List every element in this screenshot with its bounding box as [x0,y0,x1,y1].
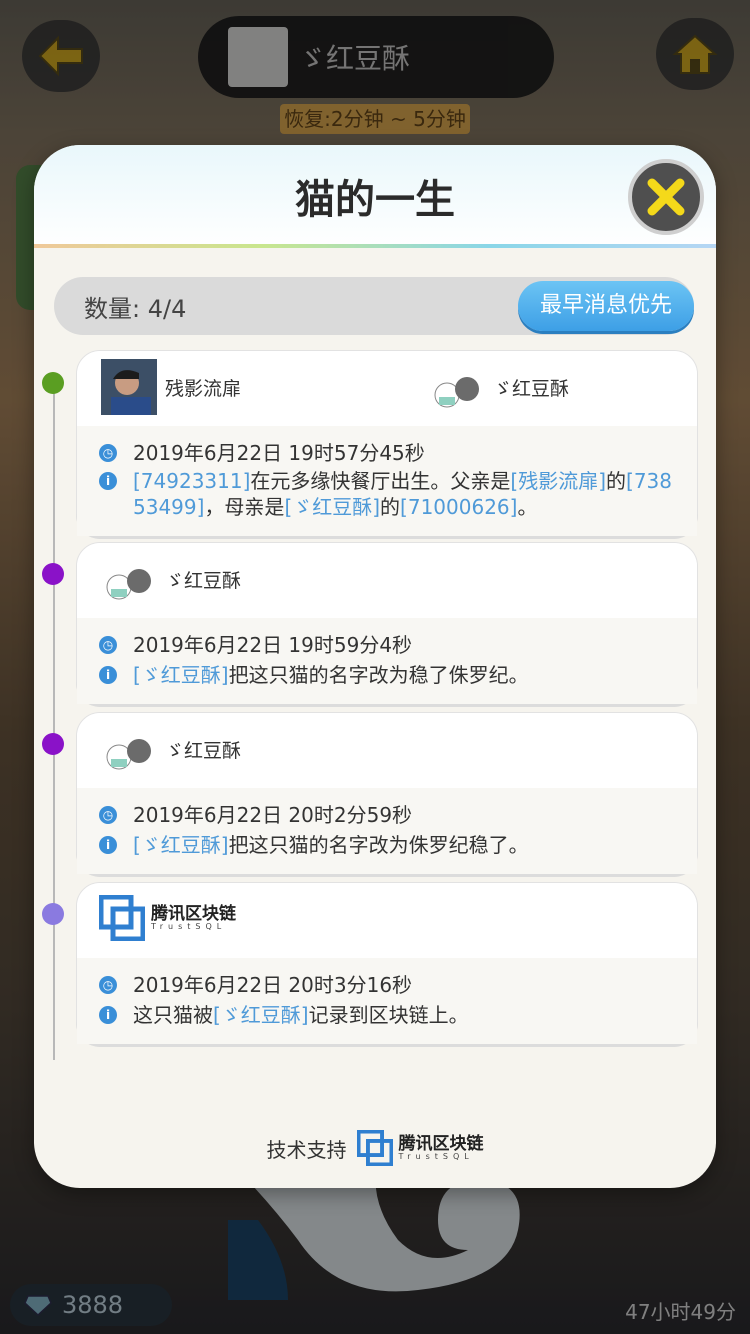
event-time-row: ◷ 2019年6月22日 20时3分16秒 [99,972,412,998]
cat-link[interactable]: [738 [626,469,672,493]
info-icon: i [99,1006,117,1024]
info-icon: i [99,472,117,490]
event-info-row: i [ゞ红豆酥]把这只猫的名字改为稳了侏罗纪。 [99,662,529,688]
party-owner: ゞ红豆酥 [101,721,241,777]
timeline-dot [42,563,64,585]
cat-avatar [101,721,157,777]
event-time-row: ◷ 2019年6月22日 19时57分45秒 [99,440,425,466]
timeline-event: ゞ红豆酥 ◷ 2019年6月22日 20时2分59秒 i [ゞ红豆酥]把这只猫的… [76,712,698,874]
brand-logo: 腾讯区块链 TrustSQL [356,1130,484,1166]
event-info-row: i [ゞ红豆酥]把这只猫的名字改为侏罗纪稳了。 [99,832,529,858]
dialog-title: 猫的一生 [295,177,455,223]
party-mother: ゞ红豆酥 [429,359,569,415]
event-info-row: i [74923311]在元多缘快餐厅出生。父亲是[残影流扉]的[738 534… [99,468,689,520]
party-sub: TrustSQL [151,921,227,931]
cat-life-dialog: 猫的一生 数量: 4/4 最早消息优先 残影流扉 ゞ红豆酥 ◷ 2019年6月2… [34,145,716,1188]
timeline-dot [42,903,64,925]
party-father: 残影流扉 [101,359,241,415]
event-time: 2019年6月22日 20时2分59秒 [133,803,413,827]
brand-name: 腾讯区块链 [398,1133,484,1154]
event-time: 2019年6月22日 20时3分16秒 [133,973,413,997]
user-link[interactable]: [ゞ红豆酥] [213,1003,309,1027]
user-link[interactable]: [ゞ红豆酥] [133,833,229,857]
event-time: 2019年6月22日 19时59分4秒 [133,633,413,657]
event-time-row: ◷ 2019年6月22日 20时2分59秒 [99,802,412,828]
timeline-event: 腾讯区块链 TrustSQL ◷ 2019年6月22日 20时3分16秒 i 这… [76,882,698,1044]
event-info-row: i 这只猫被[ゞ红豆酥]记录到区块链上。 [99,1002,469,1028]
close-button[interactable] [628,159,704,235]
timeline-event: ゞ红豆酥 ◷ 2019年6月22日 19时59分4秒 i [ゞ红豆酥]把这只猫的… [76,542,698,704]
count-bar: 数量: 4/4 最早消息优先 [54,277,694,335]
party-name: ゞ红豆酥 [165,739,242,762]
user-link[interactable]: [残影流扉] [510,469,606,493]
event-time: 2019年6月22日 19时57分45秒 [133,441,425,465]
party-owner: ゞ红豆酥 [101,551,241,607]
party-name: 腾讯区块链 [151,903,236,924]
tencent-blockchain-logo-icon [99,895,145,941]
party-name: ゞ红豆酥 [493,377,570,400]
support-label: 技术支持 [266,1137,347,1162]
party-blockchain: 腾讯区块链 TrustSQL [99,895,236,941]
user-link[interactable]: [ゞ红豆酥] [133,663,229,687]
timeline-dot [42,733,64,755]
close-icon [647,178,685,216]
message-count: 数量: 4/4 [84,295,187,323]
cat-avatar [429,359,485,415]
event-time-row: ◷ 2019年6月22日 19时59分4秒 [99,632,412,658]
dialog-header: 猫的一生 [34,145,716,248]
tencent-blockchain-logo-icon [356,1130,393,1166]
brand-sub: TrustSQL [398,1151,474,1161]
user-avatar [101,359,157,415]
party-name: ゞ红豆酥 [165,569,242,592]
cat-link[interactable]: [71000626] [400,495,517,519]
party-name: 残影流扉 [165,377,242,400]
cat-link[interactable]: 53499] [133,495,204,519]
cat-avatar [101,551,157,607]
info-icon: i [99,666,117,684]
info-icon: i [99,836,117,854]
timeline-line [53,380,55,1060]
sort-oldest-first-button[interactable]: 最早消息优先 [518,281,694,331]
clock-icon: ◷ [99,636,117,654]
clock-icon: ◷ [99,976,117,994]
user-link[interactable]: [ゞ红豆酥] [284,495,380,519]
cat-link[interactable]: [74923311] [133,469,250,493]
timeline-dot [42,372,64,394]
clock-icon: ◷ [99,444,117,462]
clock-icon: ◷ [99,806,117,824]
dialog-footer: 技术支持 腾讯区块链 TrustSQL [34,1130,716,1166]
timeline-event: 残影流扉 ゞ红豆酥 ◷ 2019年6月22日 19时57分45秒 i [7492… [76,350,698,536]
